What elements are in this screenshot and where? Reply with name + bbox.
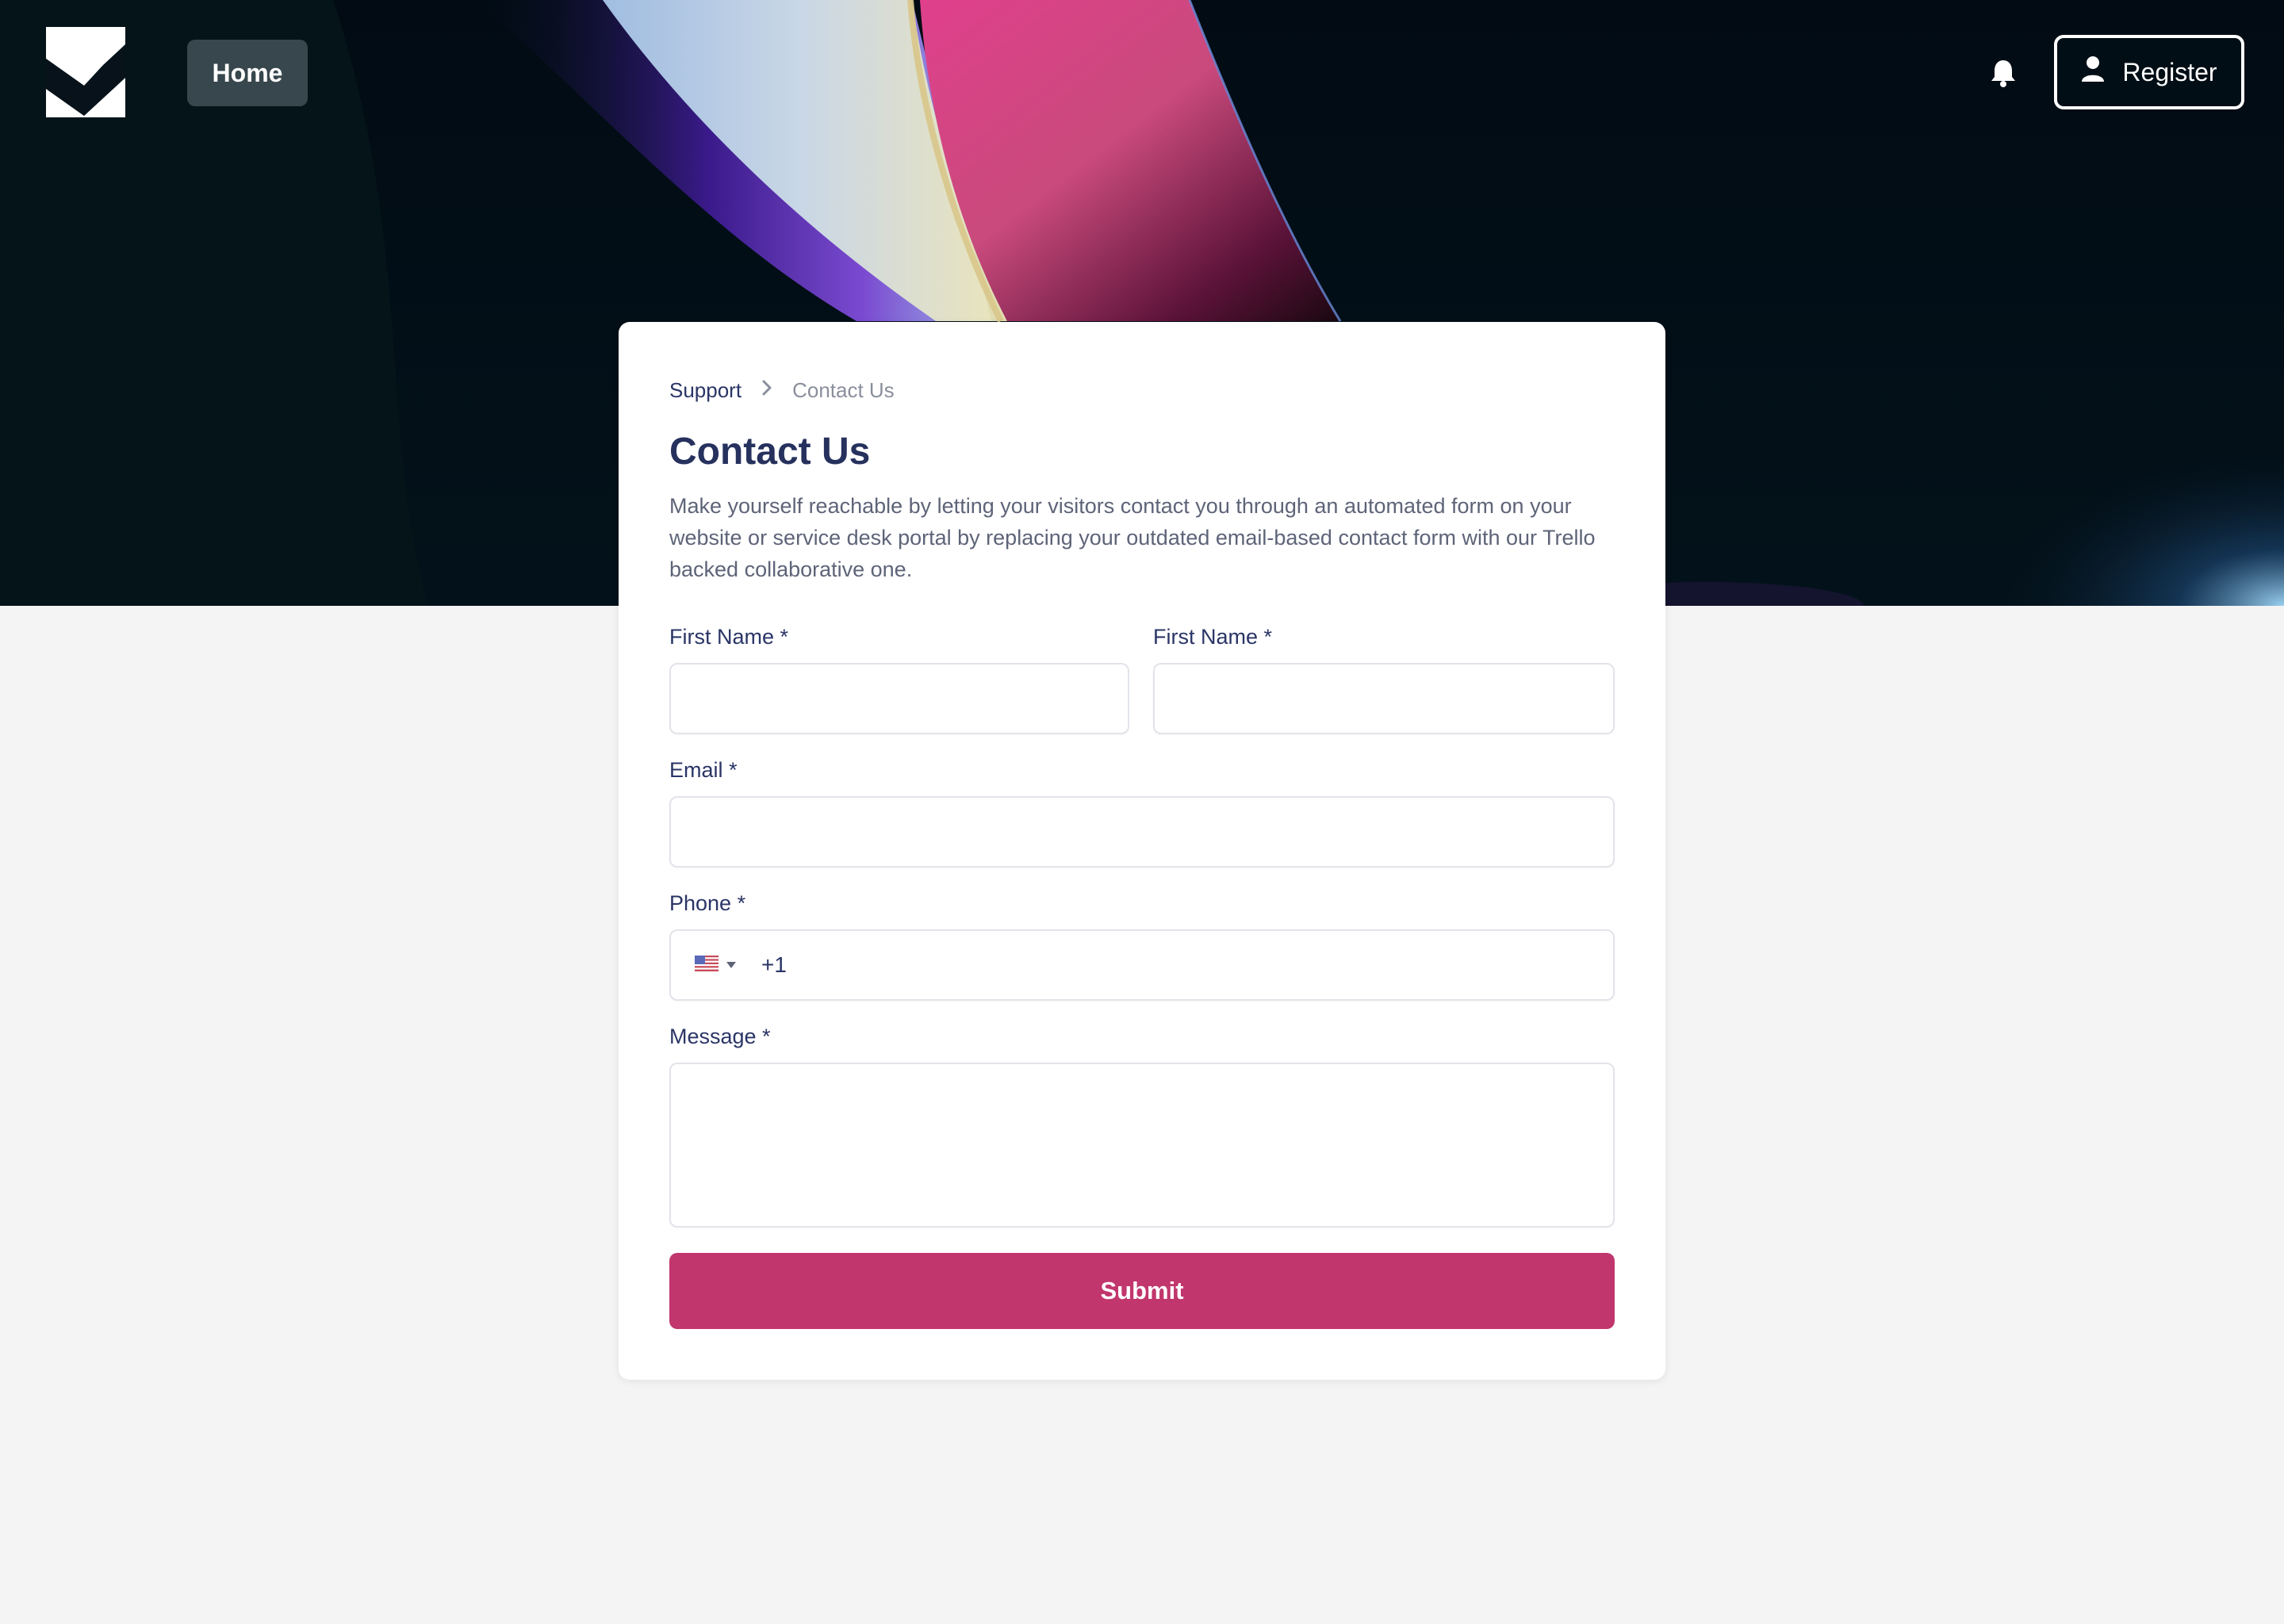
phone-country-code: +1 bbox=[761, 952, 787, 977]
bell-icon[interactable] bbox=[1989, 59, 2018, 89]
message-textarea[interactable] bbox=[669, 1063, 1615, 1228]
register-button[interactable]: Register bbox=[2054, 35, 2244, 109]
second-first-name-label: First Name * bbox=[1153, 625, 1273, 649]
page-description: Make yourself reachable by letting your … bbox=[669, 494, 1596, 581]
first-name-input[interactable] bbox=[669, 663, 1129, 734]
caret-down-icon bbox=[726, 958, 736, 972]
brand-logo[interactable] bbox=[46, 27, 125, 117]
top-navigation: Home Register bbox=[0, 0, 2284, 151]
breadcrumb: Support Contact Us bbox=[669, 373, 895, 408]
us-flag-icon bbox=[695, 955, 719, 975]
email-input[interactable] bbox=[669, 796, 1615, 868]
second-first-name-input[interactable] bbox=[1153, 663, 1615, 734]
submit-button-label: Submit bbox=[1100, 1277, 1184, 1304]
message-label: Message * bbox=[669, 1025, 771, 1048]
breadcrumb-current: Contact Us bbox=[792, 377, 895, 402]
submit-button[interactable]: Submit bbox=[669, 1253, 1615, 1329]
contact-card: Support Contact Us Contact Us Make yours… bbox=[619, 322, 1665, 1380]
register-button-label: Register bbox=[2122, 57, 2217, 86]
breadcrumb-support-link[interactable]: Support bbox=[669, 378, 742, 403]
chevron-right-icon bbox=[759, 378, 775, 403]
first-name-label: First Name * bbox=[669, 625, 789, 649]
email-label: Email * bbox=[669, 758, 738, 782]
phone-country-selector[interactable]: +1 bbox=[695, 931, 787, 999]
home-button[interactable]: Home bbox=[187, 40, 308, 106]
home-button-label: Home bbox=[212, 58, 283, 87]
phone-label: Phone * bbox=[669, 891, 746, 915]
user-icon bbox=[2081, 56, 2105, 89]
phone-input[interactable]: +1 bbox=[669, 929, 1615, 1001]
page-title: Contact Us bbox=[669, 431, 871, 473]
